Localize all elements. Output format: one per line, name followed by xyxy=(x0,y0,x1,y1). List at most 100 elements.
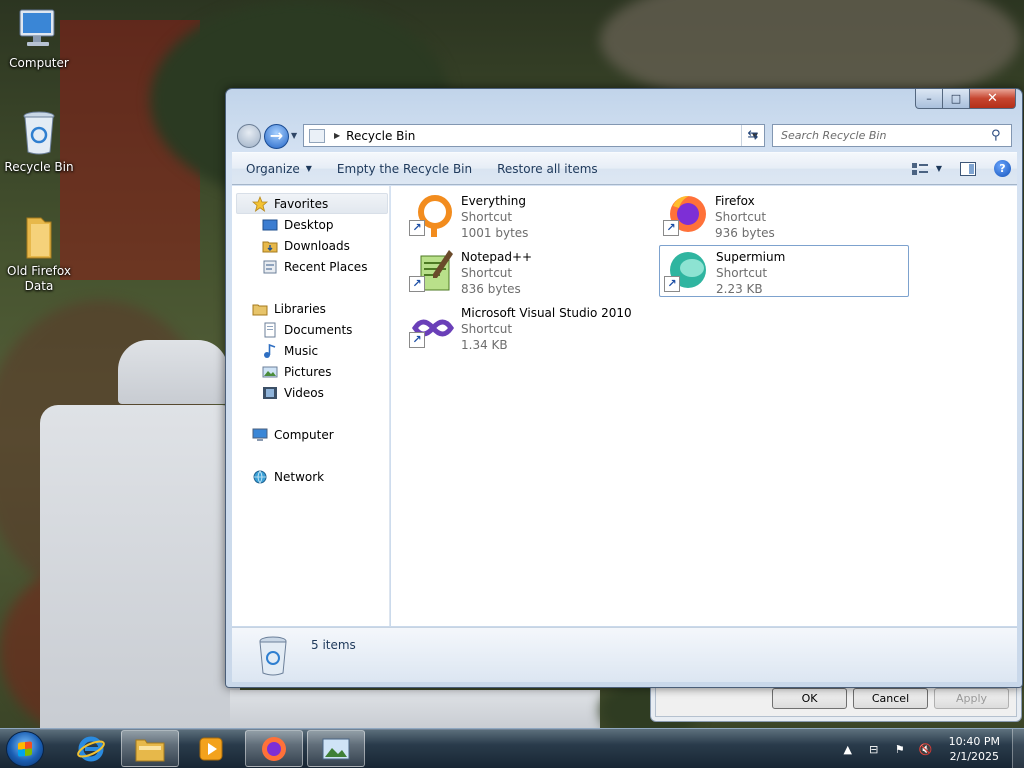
shortcut-arrow-icon: ↗ xyxy=(663,220,679,236)
taskbar: ▲ ⊟ ⚑ 🔇 10:40 PM 2/1/2025 xyxy=(0,728,1024,768)
nav-label: Documents xyxy=(284,322,353,337)
item-count: 5 items xyxy=(311,638,356,652)
refresh-icon[interactable]: ⇆ xyxy=(741,125,764,146)
taskbar-windows-explorer[interactable] xyxy=(121,730,179,767)
show-desktop-button[interactable] xyxy=(1012,729,1024,768)
libraries-icon xyxy=(252,304,268,315)
preview-pane-icon[interactable] xyxy=(960,161,976,176)
organize-label: Organize xyxy=(246,161,300,176)
pictures-icon xyxy=(262,366,278,377)
show-hidden-icons-chevron-icon[interactable]: ▲ xyxy=(840,741,856,757)
downloads-folder-icon xyxy=(262,241,278,252)
details-pane: 5 items xyxy=(232,627,1017,682)
file-type: Shortcut xyxy=(461,210,513,224)
taskbar-media-player[interactable] xyxy=(182,730,240,767)
taskbar-firefox[interactable] xyxy=(245,730,303,767)
nav-documents[interactable]: Documents xyxy=(262,319,352,340)
recycle-bin-small-icon xyxy=(309,128,325,143)
file-size: 936 bytes xyxy=(715,226,775,240)
file-name: Firefox xyxy=(715,194,755,208)
computer-icon xyxy=(19,9,55,46)
clock-date: 2/1/2025 xyxy=(949,750,1000,763)
nav-favorites[interactable]: Favorites xyxy=(252,193,328,214)
wallpaper-shape xyxy=(40,405,240,730)
nav-libraries[interactable]: Libraries xyxy=(252,298,326,319)
file-item-visual-studio-2010[interactable]: ↗ Microsoft Visual Studio 2010 Shortcut … xyxy=(405,302,655,354)
taskbar-image-viewer[interactable] xyxy=(307,730,365,767)
close-button[interactable]: ✕ xyxy=(970,89,1016,109)
maximize-button[interactable]: □ xyxy=(943,89,970,109)
ok-button[interactable]: OK xyxy=(772,688,847,709)
nav-label: Downloads xyxy=(284,238,350,253)
file-item-notepad-plus-plus[interactable]: ↗ Notepad++ Shortcut 836 bytes xyxy=(405,246,655,298)
breadcrumb-recycle-bin[interactable]: Recycle Bin xyxy=(346,129,415,143)
recycle-bin-icon xyxy=(259,636,287,676)
nav-videos[interactable]: Videos xyxy=(262,382,324,403)
nav-pictures[interactable]: Pictures xyxy=(262,361,332,382)
wallpaper-shape xyxy=(230,690,600,730)
apply-button[interactable]: Apply xyxy=(934,688,1009,709)
change-view-icon[interactable] xyxy=(911,162,928,176)
breadcrumb-chevron-icon[interactable]: ▶ xyxy=(334,131,340,140)
file-item-firefox[interactable]: ↗ Firefox Shortcut 936 bytes xyxy=(659,190,909,242)
shortcut-arrow-icon: ↗ xyxy=(664,276,680,292)
nav-downloads[interactable]: Downloads xyxy=(262,235,350,256)
nav-label: Network xyxy=(274,469,325,484)
desktop-icon-computer[interactable]: Computer xyxy=(0,8,78,71)
clock[interactable]: 10:40 PM 2/1/2025 xyxy=(949,734,1000,764)
file-type: Shortcut xyxy=(461,322,513,336)
search-box[interactable]: ⚲ xyxy=(772,124,1012,147)
system-tray: ▲ ⊟ ⚑ 🔇 10:40 PM 2/1/2025 xyxy=(835,729,1024,768)
desktop-icon-label: Old Firefox Data xyxy=(7,264,71,293)
nav-recent-places[interactable]: Recent Places xyxy=(262,256,367,277)
organize-button[interactable]: Organize ▼ xyxy=(237,157,321,181)
nav-music[interactable]: Music xyxy=(262,340,318,361)
nav-network[interactable]: Network xyxy=(252,466,324,487)
file-name: Everything xyxy=(461,194,526,208)
action-center-flag-icon[interactable]: ⚑ xyxy=(892,741,908,757)
explorer-window: – □ ✕ → ▼ ▶ Recycle Bin ▼ ⇆ ⚲ Organize ▼ … xyxy=(225,88,1023,688)
nav-label: Desktop xyxy=(284,217,334,232)
search-input[interactable] xyxy=(773,129,991,142)
desktop-icon-label: Recycle Bin xyxy=(4,160,74,174)
computer-icon xyxy=(252,428,268,441)
file-item-supermium[interactable]: ↗ Supermium Shortcut 2.23 KB xyxy=(659,245,909,297)
nav-label: Videos xyxy=(284,385,324,400)
desktop-icon-old-firefox-data[interactable]: Old Firefox Data xyxy=(0,214,78,294)
minimize-button[interactable]: – xyxy=(915,89,943,109)
cancel-button[interactable]: Cancel xyxy=(853,688,928,709)
file-size: 1.34 KB xyxy=(461,338,508,352)
nav-label: Music xyxy=(284,343,319,358)
file-item-everything[interactable]: ↗ Everything Shortcut 1001 bytes xyxy=(405,190,655,242)
back-button[interactable] xyxy=(237,124,261,148)
nav-desktop[interactable]: Desktop xyxy=(262,214,334,235)
view-options-chevron-icon[interactable]: ▼ xyxy=(936,164,942,173)
address-bar[interactable]: ▶ Recycle Bin ▼ xyxy=(303,124,765,147)
nav-label: Favorites xyxy=(274,196,329,211)
forward-button[interactable]: → xyxy=(264,124,289,149)
volume-muted-icon[interactable]: 🔇 xyxy=(918,741,934,757)
media-player-icon xyxy=(199,737,223,760)
file-name: Supermium xyxy=(716,250,786,264)
file-size: 1001 bytes xyxy=(461,226,529,240)
recent-pages-chevron-icon[interactable]: ▼ xyxy=(291,131,297,140)
music-icon xyxy=(264,343,276,358)
file-type: Shortcut xyxy=(715,210,767,224)
folder-icon xyxy=(135,739,165,761)
view-controls: ▼ ? xyxy=(911,160,1017,177)
clock-time: 10:40 PM xyxy=(948,735,1000,748)
nav-computer[interactable]: Computer xyxy=(252,424,334,445)
star-icon xyxy=(252,195,268,212)
network-status-icon[interactable]: ⊟ xyxy=(866,741,882,757)
help-icon[interactable]: ? xyxy=(994,160,1011,177)
search-icon[interactable]: ⚲ xyxy=(991,128,1011,143)
restore-all-items-button[interactable]: Restore all items xyxy=(488,157,607,181)
start-button[interactable] xyxy=(6,731,44,767)
taskbar-internet-explorer[interactable] xyxy=(62,730,120,767)
desktop-icon-recycle-bin[interactable]: Recycle Bin xyxy=(0,108,78,175)
file-name: Notepad++ xyxy=(461,250,533,264)
file-type: Shortcut xyxy=(461,266,513,280)
nav-label: Computer xyxy=(274,427,334,442)
empty-recycle-bin-button[interactable]: Empty the Recycle Bin xyxy=(328,157,481,181)
nav-label: Pictures xyxy=(284,364,332,379)
